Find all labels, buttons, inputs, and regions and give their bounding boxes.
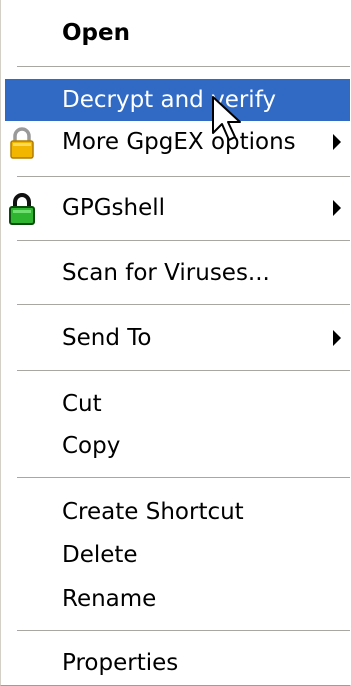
menu-item-label: Scan for Viruses... [62, 260, 270, 286]
menu-item-send-to[interactable]: Send To [5, 317, 350, 359]
menu-separator [17, 304, 350, 306]
menu-separator [17, 630, 350, 632]
menu-item-label: Rename [62, 586, 157, 612]
padlock-icon [5, 126, 39, 160]
menu-separator [17, 66, 350, 68]
menu-item-label: GPGshell [62, 195, 166, 221]
menu-item-decrypt-and-verify[interactable]: Decrypt and verify [5, 79, 350, 121]
context-menu: Open Decrypt and verify More GpgEX optio… [0, 0, 351, 686]
menu-item-create-shortcut[interactable]: Create Shortcut [5, 491, 350, 533]
menu-item-label: Cut [62, 391, 102, 417]
menu-item-cut[interactable]: Cut [5, 383, 350, 425]
menu-item-label: Create Shortcut [62, 499, 244, 525]
menu-item-label: Decrypt and verify [62, 87, 276, 113]
menu-item-label: More GpgEX options [62, 129, 296, 155]
submenu-arrow-icon [333, 134, 341, 150]
menu-separator [17, 176, 350, 178]
menu-separator [17, 477, 350, 479]
menu-item-scan-for-viruses[interactable]: Scan for Viruses... [5, 252, 350, 294]
submenu-arrow-icon [333, 330, 341, 346]
menu-item-rename[interactable]: Rename [5, 578, 350, 620]
green-padlock-icon [5, 192, 39, 226]
menu-separator [17, 370, 350, 372]
menu-item-delete[interactable]: Delete [5, 534, 350, 576]
menu-item-label: Send To [62, 325, 152, 351]
menu-separator [17, 240, 350, 242]
menu-item-properties[interactable]: Properties [5, 642, 350, 684]
menu-item-label: Copy [62, 433, 121, 459]
menu-item-open[interactable]: Open [5, 12, 350, 54]
menu-item-gpgshell[interactable]: GPGshell [5, 187, 350, 229]
menu-item-copy[interactable]: Copy [5, 425, 350, 467]
menu-item-more-gpgex-options[interactable]: More GpgEX options [5, 121, 350, 163]
menu-item-label: Delete [62, 542, 138, 568]
submenu-arrow-icon [333, 200, 341, 216]
menu-item-label: Properties [62, 650, 179, 676]
menu-item-label: Open [62, 20, 130, 46]
